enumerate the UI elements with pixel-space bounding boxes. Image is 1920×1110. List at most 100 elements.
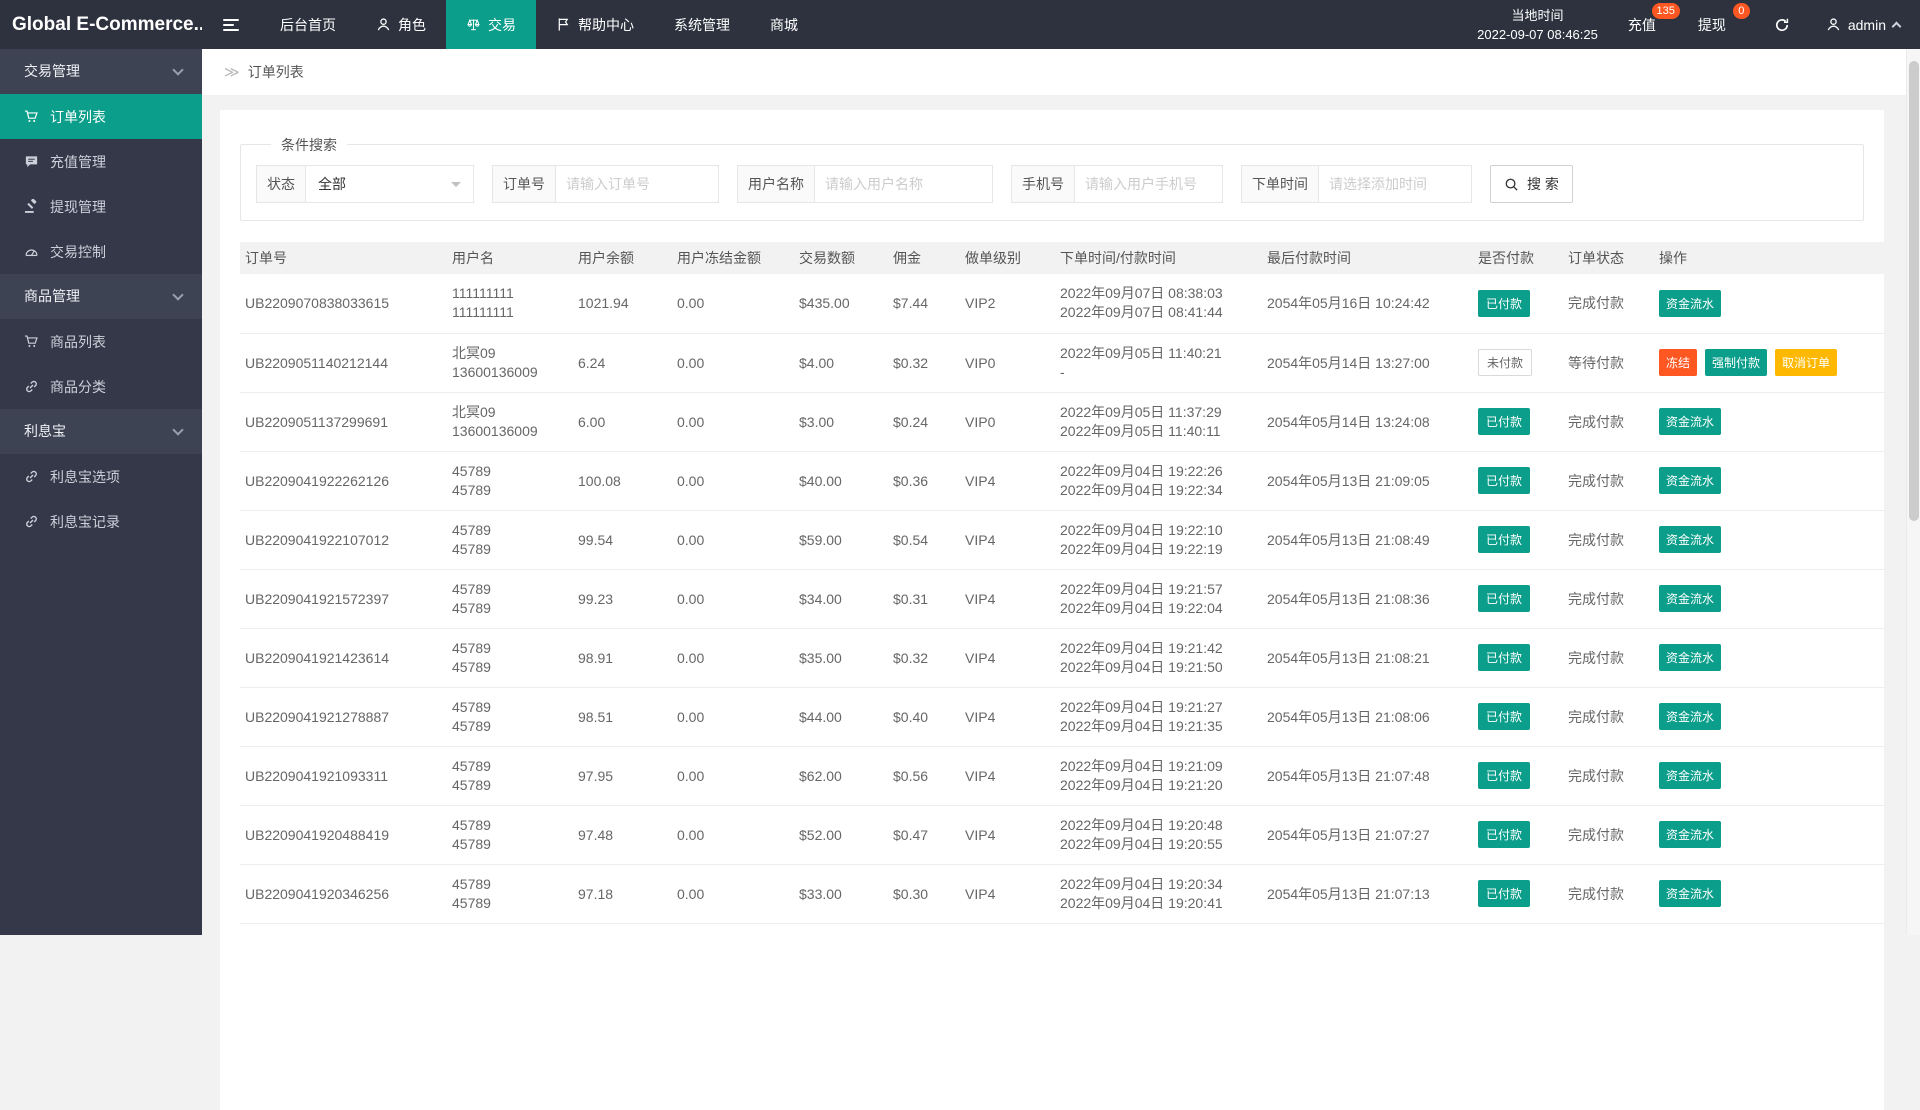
local-time-value: 2022-09-07 08:46:25 [1477,26,1598,42]
funds-flow-button[interactable]: 资金流水 [1659,526,1722,553]
table-row: UB2209041921423614 45789 45789 98.91 0.00 $35… [240,628,1884,688]
actions-cell: 资金流水 [1654,746,1884,806]
cancel-order-button[interactable]: 取消订单 [1775,349,1838,376]
recharge-nav-item[interactable]: 充值 135 [1618,0,1680,49]
nav-item-trade[interactable]: 交易 [446,0,536,49]
gauge-icon [24,244,39,259]
funds-flow-button[interactable]: 资金流水 [1659,762,1722,789]
actions-cell: 资金流水 [1654,569,1884,629]
nav-item-help-center[interactable]: 帮助中心 [536,0,654,49]
level-cell: VIP4 [960,746,1055,806]
phone-input[interactable] [1075,165,1223,203]
frozen-cell: 0.00 [672,392,794,452]
actions-cell: 资金流水 [1654,628,1884,688]
last-pay-time-cell: 2054年05月13日 21:07:13 [1262,864,1473,924]
table-row: UB2209041922107012 45789 45789 99.54 0.00 $59… [240,510,1884,570]
search-button[interactable]: 搜 索 [1490,165,1573,203]
column-header-6: 做单级别 [960,242,1055,274]
nav-item-label: 后台首页 [280,16,336,33]
sidebar-group-trade-management[interactable]: 交易管理 [0,49,202,94]
comment-icon [24,154,39,169]
refresh-icon [1774,17,1790,33]
funds-flow-button[interactable]: 资金流水 [1659,408,1722,435]
sidebar-group-goods-management[interactable]: 商品管理 [0,274,202,319]
user-name-input[interactable] [815,165,993,203]
level-cell: VIP4 [960,569,1055,629]
commission-cell: $0.54 [888,510,960,570]
order-no-input[interactable] [556,165,719,203]
sidebar: 交易管理订单列表 充值管理 提现管理 交易控制 商品管理 商品列表 商品分类利息宝利息宝选项… [0,49,202,935]
menu-toggle-icon[interactable] [202,0,260,49]
order-status-cell: 完成付款 [1563,746,1654,806]
paid-cell: 已付款 [1473,569,1563,629]
nav-item-label: 帮助中心 [578,16,634,33]
balance-cell: 100.08 [573,451,672,511]
freeze-button[interactable]: 冻结 [1659,349,1698,376]
sidebar-item-withdraw-management[interactable]: 提现管理 [0,184,202,229]
vertical-scrollbar[interactable] [1906,49,1920,935]
withdraw-nav-item[interactable]: 提现 0 [1688,0,1750,49]
balance-cell: 98.91 [573,628,672,688]
cart-icon [24,334,39,349]
chevron-down-icon [172,289,184,301]
nav-item-mall[interactable]: 商城 [750,0,818,49]
funds-flow-button[interactable]: 资金流水 [1659,585,1722,612]
sidebar-item-trade-control[interactable]: 交易控制 [0,229,202,274]
funds-flow-button[interactable]: 资金流水 [1659,289,1722,317]
scrollbar-thumb[interactable] [1909,61,1919,521]
withdraw-label: 提现 [1697,16,1726,33]
paid-cell: 已付款 [1473,805,1563,865]
refresh-button[interactable] [1758,17,1806,33]
paid-badge: 已付款 [1478,408,1531,435]
order-time-cell: 2022年09月04日 19:21:27 2022年09月04日 19:21:35 [1055,687,1262,747]
funds-flow-button[interactable]: 资金流水 [1659,467,1722,494]
funds-flow-button[interactable]: 资金流水 [1659,644,1722,671]
paid-badge: 已付款 [1478,644,1531,671]
nav-item-system[interactable]: 系统管理 [654,0,750,49]
sidebar-group-label: 交易管理 [24,63,80,79]
sidebar-item-goods-category[interactable]: 商品分类 [0,364,202,409]
breadcrumb: ≫ 订单列表 [202,49,1920,95]
status-label: 状态 [256,165,306,203]
user-cell: 45789 45789 [447,451,573,511]
last-pay-time-cell: 2054年05月13日 21:07:27 [1262,805,1473,865]
status-select[interactable]: 全部 [306,165,474,203]
last-pay-time-cell: 2054年05月13日 21:08:49 [1262,510,1473,570]
paid-cell: 已付款 [1473,746,1563,806]
commission-cell: $0.36 [888,451,960,511]
column-header-2: 用户余额 [573,242,672,274]
user-cell: 111111111 111111111 [447,274,573,334]
hammer-icon [24,199,39,214]
commission-cell: $0.40 [888,687,960,747]
order-no-cell: UB2209041921093311 [240,746,447,806]
funds-flow-button[interactable]: 资金流水 [1659,703,1722,730]
recharge-label: 充值 [1627,16,1656,33]
sidebar-group-label: 利息宝 [24,423,66,439]
sidebar-item-goods-list[interactable]: 商品列表 [0,319,202,364]
actions-cell: 资金流水 [1654,451,1884,511]
order-time-filter: 下单时间 [1241,165,1472,203]
paid-badge: 已付款 [1478,526,1531,553]
order-no-cell: UB2209041921423614 [240,628,447,688]
force-pay-button[interactable]: 强制付款 [1705,349,1768,376]
order-no-filter: 订单号 [492,165,719,203]
sidebar-item-interest-options[interactable]: 利息宝选项 [0,454,202,499]
commission-cell: $0.32 [888,333,960,393]
sidebar-item-order-list[interactable]: 订单列表 [0,94,202,139]
user-menu[interactable]: admin [1806,17,1920,33]
funds-flow-button[interactable]: 资金流水 [1659,821,1722,848]
funds-flow-button[interactable]: 资金流水 [1659,880,1722,907]
order-time-input[interactable] [1319,165,1472,203]
actions-cell: 资金流水 [1654,274,1884,334]
column-header-8: 最后付款时间 [1262,242,1473,274]
nav-item-dashboard[interactable]: 后台首页 [260,0,356,49]
order-no-cell: UB2209070838033615 [240,274,447,334]
phone-label: 手机号 [1011,165,1075,203]
balance-cell: 97.48 [573,805,672,865]
last-pay-time-cell: 2054年05月13日 21:08:06 [1262,687,1473,747]
amount-cell: $4.00 [794,333,888,393]
nav-item-roles[interactable]: 角色 [356,0,446,49]
sidebar-group-interest-treasure[interactable]: 利息宝 [0,409,202,454]
sidebar-item-interest-records[interactable]: 利息宝记录 [0,499,202,544]
sidebar-item-recharge-management[interactable]: 充值管理 [0,139,202,184]
